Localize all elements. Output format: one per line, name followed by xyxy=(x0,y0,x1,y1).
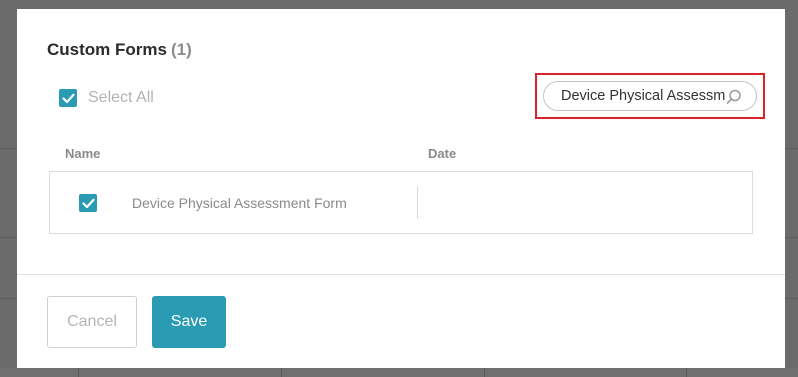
footer-divider xyxy=(17,274,785,275)
custom-forms-modal: Custom Forms(1) Select All Name Date Dev… xyxy=(17,9,785,368)
row-form-name: Device Physical Assessment Form xyxy=(132,195,347,211)
row-column-divider xyxy=(417,186,418,219)
select-all-control[interactable]: Select All xyxy=(59,88,154,108)
modal-title: Custom Forms (1) xyxy=(47,40,192,60)
background-column-divider xyxy=(281,368,282,377)
background-column-divider xyxy=(78,368,79,377)
check-icon xyxy=(61,93,75,103)
column-header-name: Name xyxy=(65,146,101,161)
search-icon[interactable] xyxy=(725,88,743,106)
background-column-divider xyxy=(686,368,687,377)
background-table-header xyxy=(0,368,798,377)
modal-title-text: Custom Forms xyxy=(47,40,167,59)
background-column-divider xyxy=(484,368,485,377)
forms-count: (1) xyxy=(170,40,192,59)
row-checkbox[interactable] xyxy=(79,194,97,212)
search-highlight-box xyxy=(535,73,765,119)
save-button[interactable]: Save xyxy=(152,296,226,348)
cancel-button[interactable]: Cancel xyxy=(47,296,137,348)
select-all-checkbox[interactable] xyxy=(59,89,77,107)
select-all-label: Select All xyxy=(88,89,154,106)
column-header-date: Date xyxy=(428,146,457,161)
check-icon xyxy=(81,198,95,208)
forms-table: Device Physical Assessment Form xyxy=(49,171,753,234)
